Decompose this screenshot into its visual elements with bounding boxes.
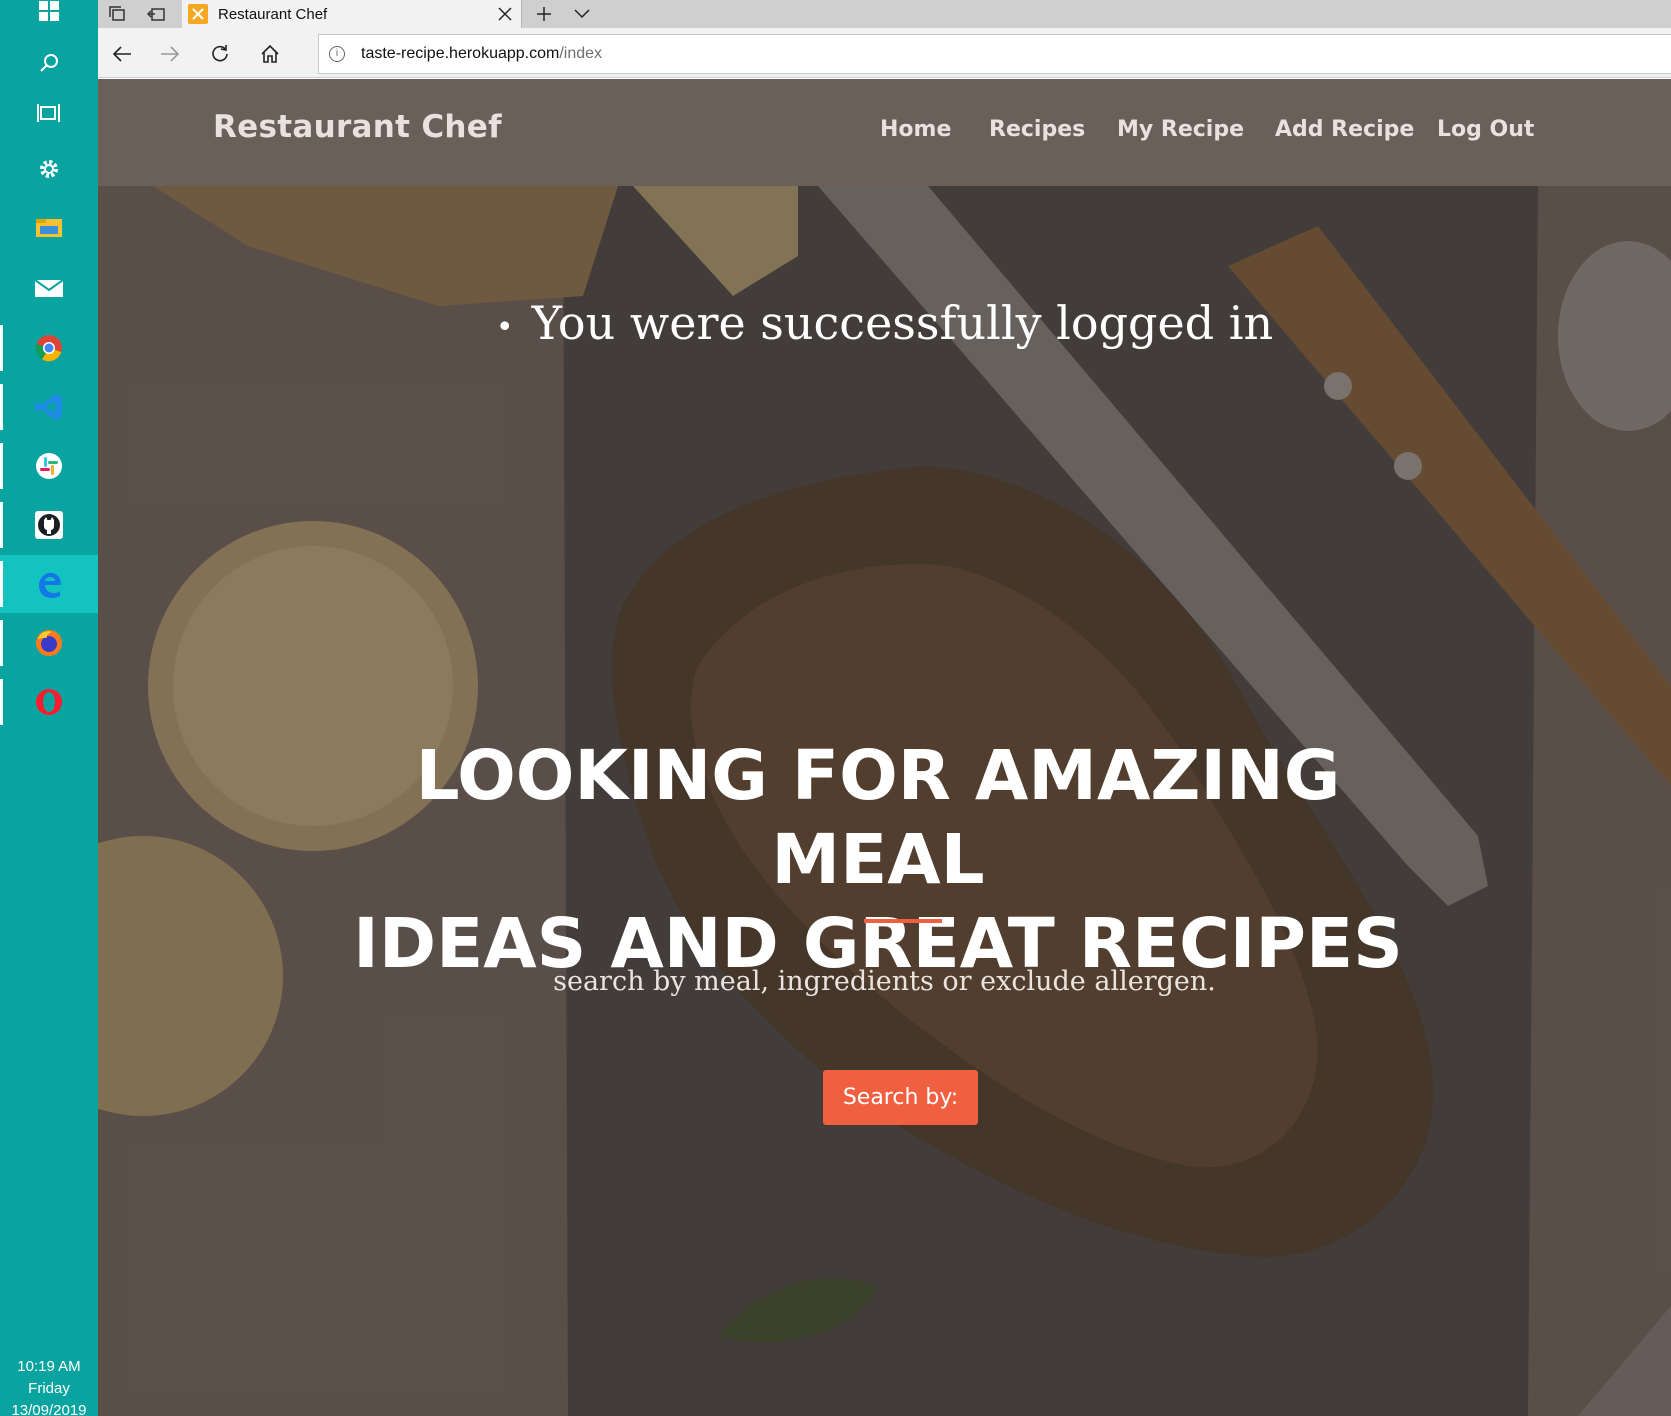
clock-day: Friday [28, 1380, 70, 1397]
nav-home-link[interactable]: Home [880, 117, 951, 142]
hero-subheading: search by meal, ingredients or exclude a… [553, 966, 1216, 997]
back-arrow-icon[interactable] [102, 34, 142, 74]
edge-icon[interactable] [0, 555, 98, 613]
tab-title: Restaurant Chef [218, 5, 328, 23]
address-url: taste-recipe.herokuapp.com/index [361, 45, 602, 63]
vscode-icon[interactable] [0, 378, 98, 436]
edge-browser-window: Restaurant Chef i taste-recipe.herokuapp… [98, 0, 1671, 1416]
web-page: Restaurant Chef Home Recipes My Recipe A… [98, 79, 1671, 1416]
address-bar[interactable]: i taste-recipe.herokuapp.com/index [318, 34, 1671, 74]
flash-message: • You were successfully logged in [98, 296, 1671, 350]
system-clock[interactable]: 10:19 AM Friday 13/09/2019 [0, 1356, 98, 1416]
slack-icon[interactable] [0, 437, 98, 495]
set-tabs-aside-icon[interactable] [138, 0, 174, 28]
nav-recipes-link[interactable]: Recipes [989, 117, 1085, 142]
windows-taskbar: 10:19 AM Friday 13/09/2019 [0, 0, 98, 1416]
task-view-icon[interactable] [0, 84, 98, 142]
tab-preview-chevron-down-icon[interactable] [564, 0, 600, 28]
nav-add-recipe-link[interactable]: Add Recipe [1275, 117, 1414, 142]
home-icon[interactable] [250, 34, 290, 74]
flash-message-text: You were successfully logged in [531, 296, 1274, 350]
firefox-icon[interactable] [0, 614, 98, 672]
hero-headline: LOOKING FOR AMAZING MEAL IDEAS AND GREAT… [308, 734, 1448, 986]
nav-log-out-link[interactable]: Log Out [1437, 117, 1534, 142]
chrome-icon[interactable] [0, 319, 98, 377]
navigation-bar: i taste-recipe.herokuapp.com/index [98, 28, 1671, 78]
close-tab-icon[interactable] [489, 0, 521, 28]
accent-divider [864, 919, 942, 923]
new-tab-icon[interactable] [526, 0, 562, 28]
restaurant-favicon-icon [188, 4, 208, 24]
forward-arrow-icon[interactable] [150, 34, 190, 74]
settings-icon[interactable] [0, 140, 98, 198]
clock-date: 13/09/2019 [11, 1402, 87, 1416]
github-icon[interactable] [0, 496, 98, 554]
headline-line-1: LOOKING FOR AMAZING MEAL [415, 736, 1341, 900]
clock-time: 10:19 AM [17, 1358, 81, 1375]
nav-my-recipe-link[interactable]: My Recipe [1117, 117, 1244, 142]
refresh-icon[interactable] [200, 34, 240, 74]
tab-actions-icon[interactable] [100, 0, 136, 28]
tab-strip: Restaurant Chef [98, 0, 1671, 28]
url-path: /index [559, 45, 603, 62]
mail-icon[interactable] [0, 258, 98, 316]
hero-section: • You were successfully logged in LOOKING… [98, 186, 1671, 1416]
site-navbar: Restaurant Chef Home Recipes My Recipe A… [98, 79, 1671, 186]
brand-link[interactable]: Restaurant Chef [213, 109, 502, 145]
search-by-button[interactable]: Search by: [823, 1070, 978, 1125]
tab-restaurant-chef[interactable]: Restaurant Chef [182, 0, 522, 28]
bullet-icon: • [495, 309, 514, 345]
url-domain: taste-recipe.herokuapp.com [361, 45, 560, 62]
file-explorer-icon[interactable] [0, 199, 98, 257]
site-info-icon[interactable]: i [329, 46, 345, 62]
opera-icon[interactable] [0, 673, 98, 731]
